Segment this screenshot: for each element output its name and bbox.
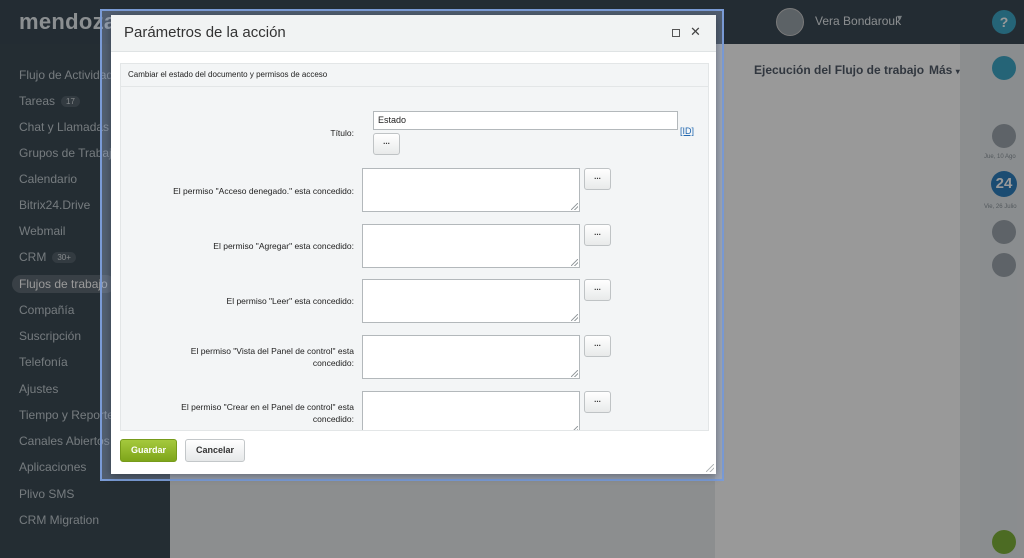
maximize-icon[interactable] [672, 29, 680, 37]
id-link[interactable]: [ID] [680, 126, 694, 136]
title-input[interactable]: Estado [373, 111, 678, 130]
resize-grip[interactable] [571, 203, 578, 210]
permission-read-field[interactable] [362, 279, 580, 323]
permission-label: El permiso "Agregar" esta concedido: [213, 241, 354, 251]
permission-panel-create-field[interactable] [362, 391, 580, 430]
permission-panel-create-picker-button[interactable]: ... [584, 391, 611, 413]
title-picker-button[interactable]: ... [373, 133, 400, 155]
permission-read-picker-button[interactable]: ... [584, 279, 611, 301]
close-icon[interactable]: ✕ [690, 24, 701, 40]
permission-add-picker-button[interactable]: ... [584, 224, 611, 246]
permission-denied-field[interactable] [362, 168, 580, 212]
resize-grip[interactable] [571, 314, 578, 321]
dialog-header[interactable]: Parámetros de la acción ✕ [111, 15, 716, 52]
permission-panel-view-picker-button[interactable]: ... [584, 335, 611, 357]
permission-panel-view-field[interactable] [362, 335, 580, 379]
dialog-resize-grip[interactable] [706, 464, 714, 472]
permission-label: El permiso "Leer" esta concedido: [226, 296, 354, 306]
action-parameters-dialog: Parámetros de la acción ✕ Cambiar el est… [111, 15, 716, 474]
resize-grip[interactable] [571, 259, 578, 266]
title-label: Título: [330, 128, 354, 138]
permission-add-field[interactable] [362, 224, 580, 268]
resize-grip[interactable] [571, 370, 578, 377]
permission-denied-picker-button[interactable]: ... [584, 168, 611, 190]
dialog-title: Parámetros de la acción [124, 24, 286, 41]
cancel-button[interactable]: Cancelar [185, 439, 245, 462]
dialog-body: Cambiar el estado del documento y permis… [120, 63, 709, 431]
section-title: Cambiar el estado del documento y permis… [128, 70, 328, 79]
save-button[interactable]: Guardar [120, 439, 177, 462]
permission-label: El permiso "Crear en el Panel de control… [181, 402, 354, 424]
permission-label: El permiso "Acceso denegado." esta conce… [173, 186, 354, 196]
permission-label: El permiso "Vista del Panel de control" … [190, 346, 354, 368]
divider [121, 86, 708, 87]
resize-grip[interactable] [571, 426, 578, 430]
